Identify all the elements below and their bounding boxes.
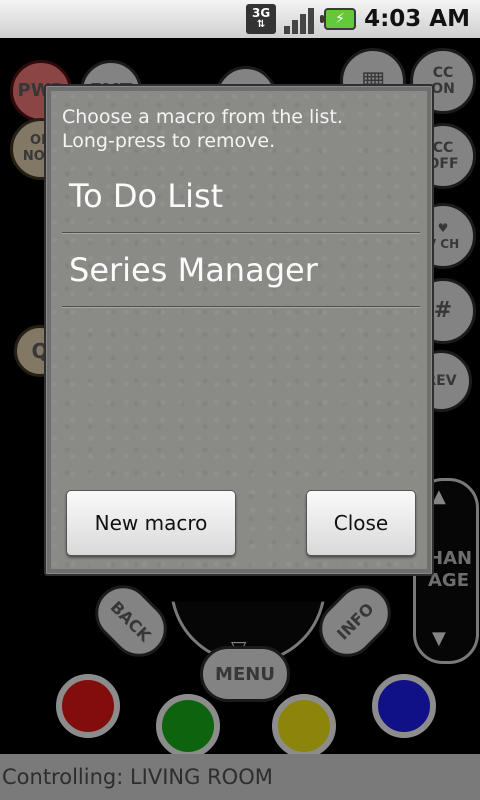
network-3g-icon: 3G ⇅ (246, 4, 277, 34)
data-arrows-icon: ⇅ (256, 19, 266, 30)
macro-dialog-body: Choose a macro from the list. Long-press… (51, 91, 427, 569)
clock: 4:03 AM (364, 6, 470, 32)
dialog-prompt: Choose a macro from the list. Long-press… (62, 106, 343, 152)
network-type-label: 3G (251, 6, 271, 20)
battery-charging-icon: ⚡ (320, 8, 357, 30)
macro-item-series-manager[interactable]: Series Manager (62, 233, 420, 307)
macro-dialog: Choose a macro from the list. Long-press… (44, 84, 434, 576)
controlling-status: Controlling: LIVING ROOM (0, 754, 480, 800)
new-macro-button[interactable]: New macro (66, 490, 236, 556)
macro-item-to-do-list[interactable]: To Do List (62, 159, 420, 233)
charging-bolt-icon: ⚡ (335, 11, 346, 27)
status-bar: 3G ⇅ ⚡ 4:03 AM (0, 0, 480, 38)
close-button[interactable]: Close (306, 490, 416, 556)
macro-list: To Do List Series Manager (62, 159, 420, 307)
signal-strength-icon (284, 4, 316, 34)
